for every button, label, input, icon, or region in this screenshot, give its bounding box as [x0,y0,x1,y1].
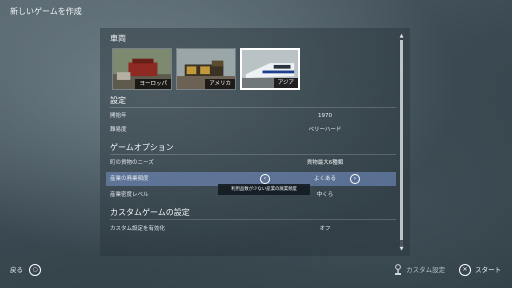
row-value: ベリーハード [308,127,342,133]
custom-settings-button[interactable]: カスタム設定 [394,262,445,278]
cross-button-icon: ✕ [459,264,471,276]
section-divider [110,219,396,220]
page-title: 新しいゲームを作成 [10,7,82,16]
joystick-icon [395,264,401,275]
row-label: カスタム設定を有効化 [110,226,166,232]
custom-settings-label: カスタム設定 [406,266,446,274]
row-label: 開始年 [110,113,127,119]
row-label: 難易度 [110,127,127,133]
start-year-row[interactable]: 開始年 1970 [106,109,396,123]
row-value: 貨物最大6種類 [306,160,344,166]
row-label: 町の貨物のニーズ [110,160,154,166]
circle-button-icon: ○ [29,264,42,276]
row-value: オフ [319,226,331,232]
new-game-panel: 車両 ヨーロッパ アメリカ アジア 設定 開始年 1970 難易度 ベリーハード… [100,28,410,256]
settings-heading: 設定 [110,96,126,105]
row-value: 1970 [318,113,332,119]
difficulty-row[interactable]: 難易度 ベリーハード [106,123,396,137]
scroll-thumb[interactable] [400,40,403,240]
region-card-america[interactable]: アメリカ [176,48,236,90]
region-card-europe[interactable]: ヨーロッパ [112,48,172,90]
chevron-left-icon[interactable]: ‹ [260,174,270,184]
region-card-label: アメリカ [205,79,235,89]
start-button[interactable]: ✕ スタート [459,262,501,278]
game-options-heading: ゲームオプション [110,143,174,152]
scroll-down-icon[interactable]: ▼ [398,247,405,252]
scroll-up-icon[interactable]: ▲ [398,34,405,39]
vehicles-heading: 車両 [110,34,126,43]
region-card-label: ヨーロッパ [135,79,171,89]
tooltip: 利用品数が少ない産業の廃業頻度 [218,184,310,195]
start-label: スタート [475,266,502,274]
enable-custom-settings-row[interactable]: カスタム設定を有効化 オフ [106,222,396,236]
row-label: 産業密度レベル [110,192,149,198]
region-card-label: アジア [273,78,298,88]
scrollbar[interactable]: ▲ ▼ [398,34,405,252]
section-divider [110,154,396,155]
section-divider [110,107,396,108]
chevron-right-icon[interactable]: › [350,174,360,184]
back-button[interactable]: 戻る ○ [10,262,42,278]
back-label: 戻る [10,266,23,274]
row-label: 産業の廃業頻度 [110,176,149,182]
region-card-asia[interactable]: アジア [240,48,300,90]
town-cargo-needs-row[interactable]: 町の貨物のニーズ 貨物最大6種類 [106,156,396,170]
custom-game-heading: カスタムゲームの設定 [110,208,190,217]
